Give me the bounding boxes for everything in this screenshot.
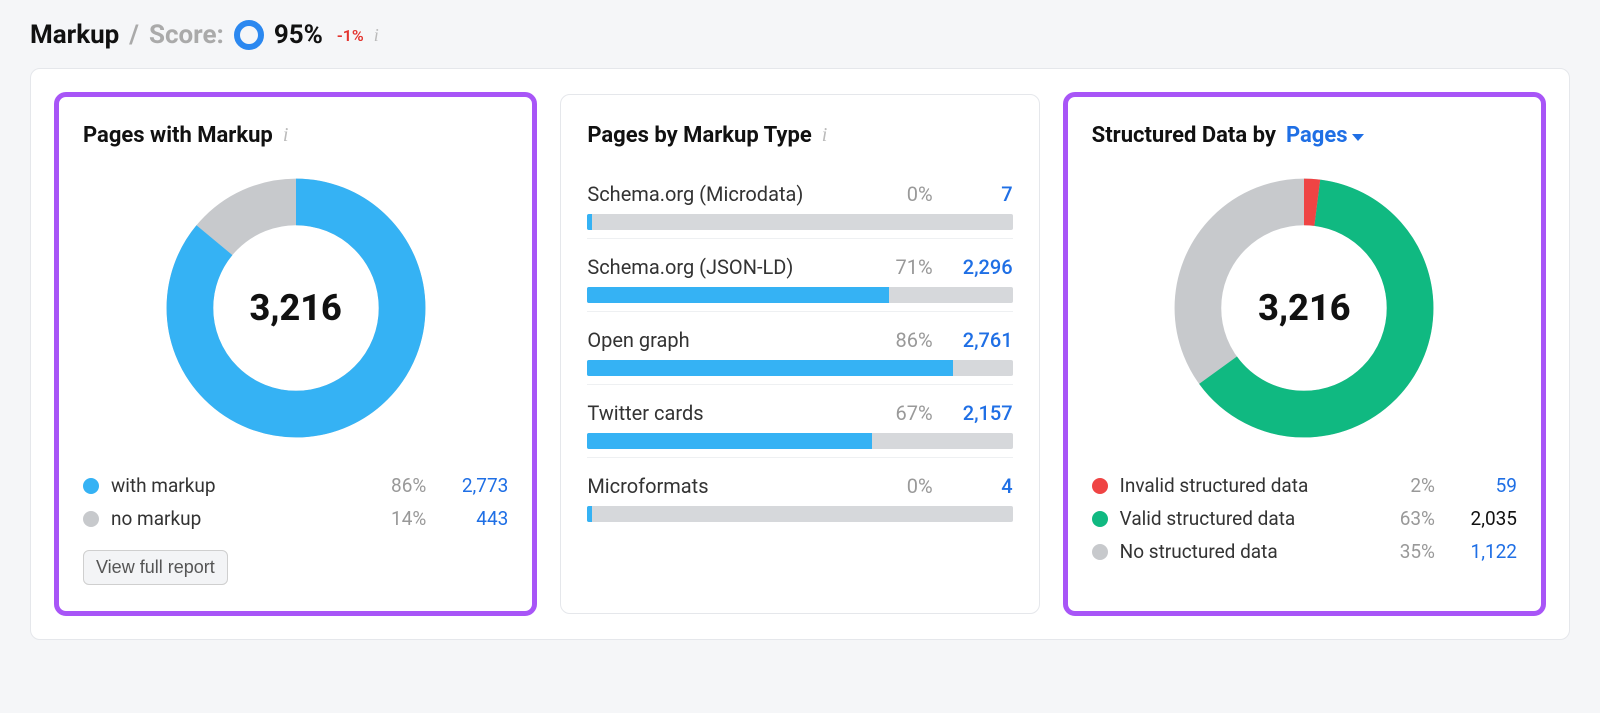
legend-count: 2,035 — [1447, 507, 1517, 530]
bar-item: Schema.org (Microdata) 0% 7 — [587, 168, 1012, 239]
panel-title-prefix: Structured Data by — [1092, 123, 1276, 148]
legend-label: with markup — [111, 474, 358, 497]
bar-fill — [587, 214, 591, 230]
legend-label: Valid structured data — [1120, 507, 1367, 530]
legend-row: Valid structured data 63% 2,035 — [1092, 507, 1517, 530]
legend-row: no markup 14% 443 — [83, 507, 508, 530]
donut-chart-structured-data: 3,216 — [1092, 168, 1517, 448]
legend-dot-icon — [1092, 511, 1108, 527]
bar-count[interactable]: 2,157 — [943, 401, 1013, 425]
legend-label: no markup — [111, 507, 358, 530]
panel-title: Pages with Markup i — [83, 123, 508, 148]
legend: with markup 86% 2,773 no markup 14% 443 — [83, 474, 508, 530]
bar-count[interactable]: 7 — [943, 182, 1013, 206]
score-percent: 95% — [274, 20, 323, 50]
view-full-report-button[interactable]: View full report — [83, 550, 228, 585]
bar-label: Open graph — [587, 328, 870, 352]
legend-dot-icon — [1092, 478, 1108, 494]
bar-track — [587, 433, 1012, 449]
legend-dot-icon — [83, 478, 99, 494]
bar-item: Schema.org (JSON-LD) 71% 2,296 — [587, 241, 1012, 312]
dropdown-label: Pages — [1286, 123, 1348, 148]
bar-count[interactable]: 4 — [943, 474, 1013, 498]
page-header: Markup / Score: 95% -1% i — [30, 20, 1570, 50]
legend-dot-icon — [83, 511, 99, 527]
legend-count[interactable]: 59 — [1447, 474, 1517, 497]
legend-percent: 2% — [1379, 474, 1435, 497]
legend-row: No structured data 35% 1,122 — [1092, 540, 1517, 563]
legend-count[interactable]: 1,122 — [1447, 540, 1517, 563]
info-icon[interactable]: i — [283, 124, 289, 147]
legend-percent: 14% — [370, 507, 426, 530]
bar-percent: 0% — [881, 474, 933, 498]
bar-item: Twitter cards 67% 2,157 — [587, 387, 1012, 458]
bar-fill — [587, 287, 889, 303]
legend-row: with markup 86% 2,773 — [83, 474, 508, 497]
score-ring-icon — [234, 20, 264, 50]
dashboard-board: Pages with Markup i 3,216 with markup 86%… — [30, 68, 1570, 640]
slash: / — [129, 20, 139, 50]
bar-item: Open graph 86% 2,761 — [587, 314, 1012, 385]
score-delta: -1% — [337, 26, 364, 45]
structured-data-scope-dropdown[interactable]: Pages — [1286, 123, 1364, 148]
legend-percent: 86% — [370, 474, 426, 497]
bar-track — [587, 506, 1012, 522]
bar-fill — [587, 506, 591, 522]
bar-track — [587, 287, 1012, 303]
legend-dot-icon — [1092, 544, 1108, 560]
bar-count[interactable]: 2,296 — [943, 255, 1013, 279]
score-label: Score: — [149, 20, 224, 50]
bar-percent: 0% — [881, 182, 933, 206]
panel-title-text: Pages by Markup Type — [587, 123, 811, 148]
bar-fill — [587, 433, 872, 449]
bar-percent: 67% — [881, 401, 933, 425]
panel-pages-with-markup: Pages with Markup i 3,216 with markup 86%… — [56, 94, 535, 614]
bar-label: Twitter cards — [587, 401, 870, 425]
bar-track — [587, 360, 1012, 376]
donut-chart-pages-markup: 3,216 — [83, 168, 508, 448]
legend-percent: 35% — [1379, 540, 1435, 563]
bar-label: Microformats — [587, 474, 870, 498]
panel-title: Pages by Markup Type i — [587, 123, 1012, 148]
chevron-down-icon — [1352, 134, 1364, 141]
info-icon[interactable]: i — [822, 124, 828, 147]
panel-title: Structured Data by Pages — [1092, 123, 1517, 148]
legend: Invalid structured data 2% 59 Valid structu… — [1092, 474, 1517, 563]
panel-structured-data: Structured Data by Pages 3,216 Invalid s… — [1065, 94, 1544, 614]
bar-fill — [587, 360, 953, 376]
donut-center-value: 3,216 — [1164, 168, 1444, 448]
bar-percent: 86% — [881, 328, 933, 352]
legend-percent: 63% — [1379, 507, 1435, 530]
legend-label: Invalid structured data — [1120, 474, 1367, 497]
panel-pages-by-markup-type: Pages by Markup Type i Schema.org (Micro… — [560, 94, 1039, 614]
legend-count[interactable]: 2,773 — [438, 474, 508, 497]
bar-count[interactable]: 2,761 — [943, 328, 1013, 352]
info-icon[interactable]: i — [374, 25, 379, 46]
legend-row: Invalid structured data 2% 59 — [1092, 474, 1517, 497]
panel-title-text: Pages with Markup — [83, 123, 273, 148]
bar-percent: 71% — [881, 255, 933, 279]
bar-track — [587, 214, 1012, 230]
page-title: Markup — [30, 20, 119, 50]
bar-list: Schema.org (Microdata) 0% 7 Schema.org (JSO… — [587, 168, 1012, 530]
donut-center-value: 3,216 — [156, 168, 436, 448]
bar-label: Schema.org (Microdata) — [587, 182, 870, 206]
legend-count[interactable]: 443 — [438, 507, 508, 530]
bar-label: Schema.org (JSON-LD) — [587, 255, 870, 279]
bar-item: Microformats 0% 4 — [587, 460, 1012, 530]
legend-label: No structured data — [1120, 540, 1367, 563]
